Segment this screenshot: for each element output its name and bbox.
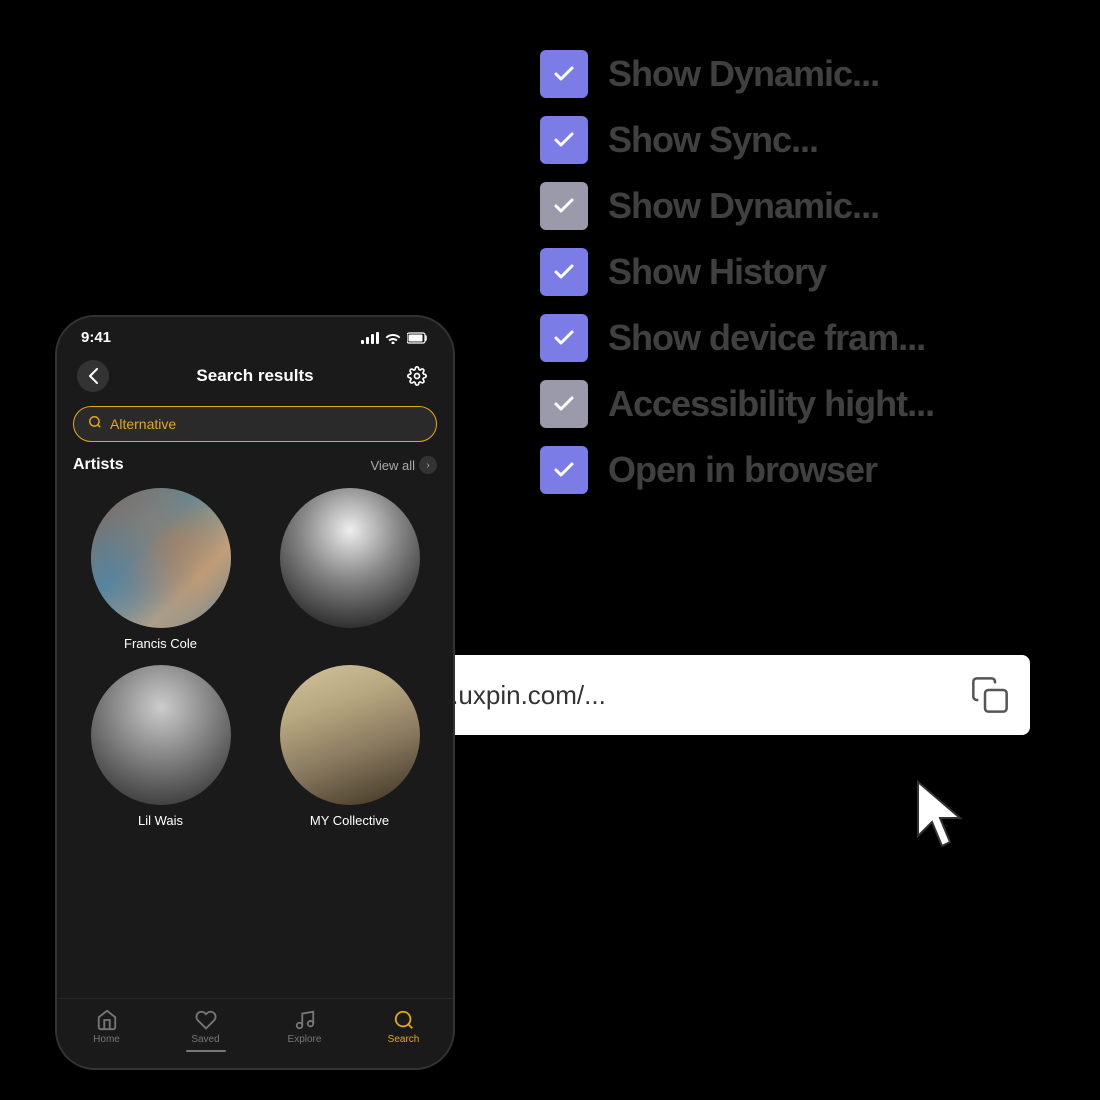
checkbox-6[interactable] <box>540 380 588 428</box>
search-bar[interactable]: Alternative <box>73 406 437 442</box>
heart-icon <box>195 1009 217 1031</box>
artist-name-francis-cole: Francis Cole <box>124 636 197 651</box>
checkbox-label-2: Show Sync... <box>608 119 818 161</box>
nav-search[interactable]: Search <box>374 1009 434 1052</box>
checkbox-row-2[interactable]: Show Sync... <box>540 116 934 164</box>
checkbox-1[interactable] <box>540 50 588 98</box>
status-time: 9:41 <box>81 329 111 346</box>
nav-saved-label: Saved <box>191 1034 219 1045</box>
artist-item-2[interactable] <box>262 488 437 651</box>
avatar-my-collective <box>280 665 420 805</box>
search-nav-icon <box>393 1009 415 1031</box>
checkbox-row-6[interactable]: Accessibility hight... <box>540 380 934 428</box>
nav-explore-label: Explore <box>288 1034 322 1045</box>
artist-name-my-collective: MY Collective <box>310 813 389 828</box>
checkbox-label-4: Show History <box>608 251 826 293</box>
nav-home-label: Home <box>93 1034 120 1045</box>
checkbox-row-3[interactable]: Show Dynamic... <box>540 182 934 230</box>
bottom-nav: Home Saved Explore Search <box>57 998 453 1068</box>
checkbox-row-5[interactable]: Show device fram... <box>540 314 934 362</box>
signal-icon <box>361 332 379 344</box>
checkbox-list: Show Dynamic... Show Sync... Show Dynami… <box>540 50 934 494</box>
avatar-lil-wais <box>91 665 231 805</box>
checkbox-row-1[interactable]: Show Dynamic... <box>540 50 934 98</box>
checkbox-row-7[interactable]: Open in browser <box>540 446 934 494</box>
checkbox-label-5: Show device fram... <box>608 317 925 359</box>
back-button[interactable] <box>77 360 109 392</box>
nav-search-label: Search <box>388 1034 420 1045</box>
checkbox-2[interactable] <box>540 116 588 164</box>
artists-title: Artists <box>73 456 124 474</box>
artist-grid: Francis Cole Lil Wais MY Collective <box>73 488 437 828</box>
checkbox-label-1: Show Dynamic... <box>608 53 879 95</box>
checkbox-7[interactable] <box>540 446 588 494</box>
wifi-icon <box>385 332 401 344</box>
status-bar: 9:41 <box>57 317 453 352</box>
nav-explore[interactable]: Explore <box>275 1009 335 1052</box>
artist-item-francis-cole[interactable]: Francis Cole <box>73 488 248 651</box>
copy-icon[interactable] <box>970 675 1010 715</box>
nav-saved[interactable]: Saved <box>176 1009 236 1052</box>
checkbox-3[interactable] <box>540 182 588 230</box>
artists-section: Artists View all › Francis Cole <box>57 456 453 998</box>
nav-saved-indicator <box>186 1050 226 1052</box>
header-title: Search results <box>109 366 401 386</box>
phone-mockup: 9:41 Search results <box>55 315 455 1070</box>
search-input-value: Alternative <box>110 416 176 432</box>
view-all-button[interactable]: View all › <box>370 456 437 474</box>
music-icon <box>294 1009 316 1031</box>
checkbox-label-6: Accessibility hight... <box>608 383 934 425</box>
view-all-label: View all <box>370 458 415 473</box>
battery-icon <box>407 332 429 344</box>
checkbox-5[interactable] <box>540 314 588 362</box>
cursor-icon <box>910 778 970 858</box>
artist-name-lil-wais: Lil Wais <box>138 813 183 828</box>
artist-item-my-collective[interactable]: MY Collective <box>262 665 437 828</box>
avatar-artist-2 <box>280 488 420 628</box>
view-all-arrow-icon: › <box>419 456 437 474</box>
app-header: Search results <box>57 352 453 400</box>
checkbox-4[interactable] <box>540 248 588 296</box>
artist-item-lil-wais[interactable]: Lil Wais <box>73 665 248 828</box>
artists-header: Artists View all › <box>73 456 437 474</box>
settings-button[interactable] <box>401 360 433 392</box>
nav-home[interactable]: Home <box>77 1009 137 1052</box>
search-icon <box>88 415 102 433</box>
checkbox-row-4[interactable]: Show History <box>540 248 934 296</box>
checkbox-label-3: Show Dynamic... <box>608 185 879 227</box>
avatar-francis-cole <box>91 488 231 628</box>
status-icons <box>361 332 429 344</box>
checkbox-label-7: Open in browser <box>608 449 877 491</box>
home-icon <box>96 1009 118 1031</box>
